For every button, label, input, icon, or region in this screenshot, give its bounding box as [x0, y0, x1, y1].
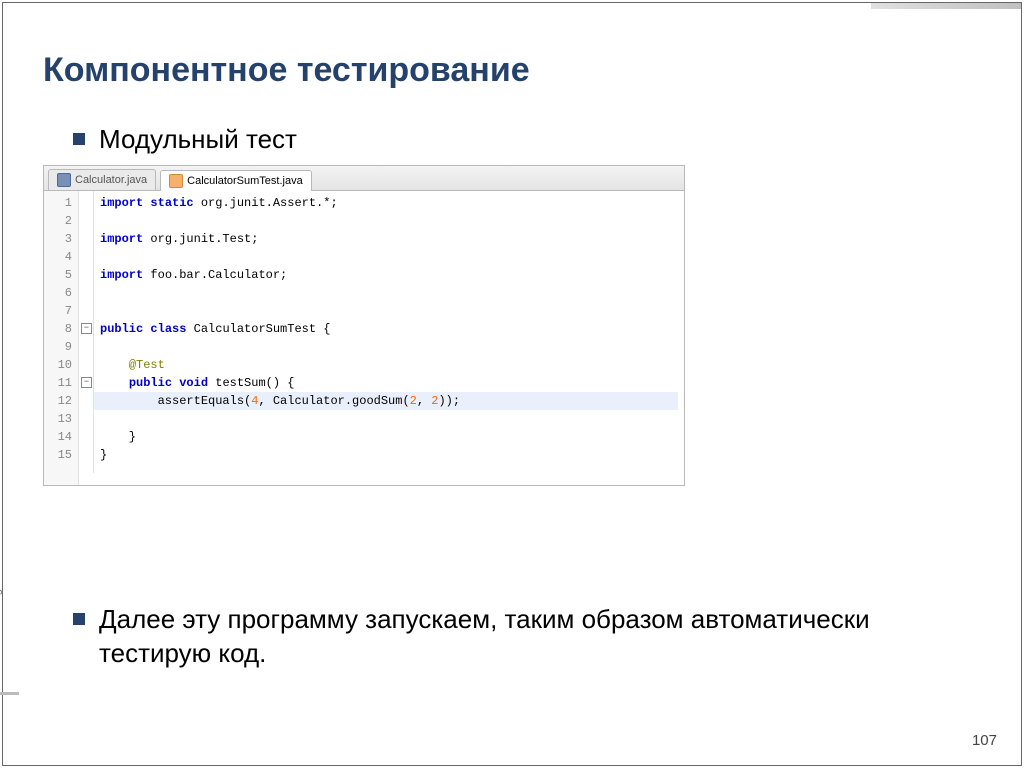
code-line: } — [100, 430, 136, 444]
code-line: @Test — [100, 358, 165, 372]
code-line: public class CalculatorSumTest { — [100, 322, 330, 336]
line-number: 12 — [48, 392, 72, 410]
editor-tab[interactable]: Calculator.java — [48, 169, 156, 190]
line-number: 7 — [48, 302, 72, 320]
bullet-item: Модульный тест — [73, 123, 297, 157]
bullet-item: Далее эту программу запускаем, таким обр… — [73, 603, 933, 671]
code-line: assertEquals(4, Calculator.goodSum(2, 2)… — [94, 392, 678, 410]
code-line: import static org.junit.Assert.*; — [100, 196, 338, 210]
code-line: import foo.bar.Calculator; — [100, 268, 287, 282]
line-number: 3 — [48, 230, 72, 248]
line-number: 5 — [48, 266, 72, 284]
bullet-list-top: Модульный тест — [73, 123, 297, 163]
fold-toggle-icon[interactable]: − — [81, 377, 92, 388]
code-editor: Calculator.java CalculatorSumTest.java 12… — [43, 165, 685, 486]
code-line: import org.junit.Test; — [100, 232, 258, 246]
line-number: 1 — [48, 194, 72, 212]
decorative-bar — [0, 692, 19, 695]
java-file-icon — [57, 173, 71, 187]
line-number: 2 — [48, 212, 72, 230]
code-line: public void testSum() { — [100, 376, 294, 390]
code-content: import static org.junit.Assert.*; import… — [94, 191, 684, 485]
line-number: 14 — [48, 428, 72, 446]
java-file-icon — [169, 174, 183, 188]
line-number: 15 — [48, 446, 72, 464]
slide-frame: Компонентное тестирование Модульный тест… — [2, 2, 1022, 766]
tab-label: CalculatorSumTest.java — [187, 175, 303, 187]
line-number: 8 — [48, 320, 72, 338]
fold-column: −− — [79, 191, 94, 473]
line-number-gutter: 123456789101112131415 — [44, 191, 79, 485]
line-number: 13 — [48, 410, 72, 428]
editor-tab[interactable]: CalculatorSumTest.java — [160, 170, 312, 191]
line-number: 6 — [48, 284, 72, 302]
page-number: 107 — [972, 732, 997, 749]
editor-tabs: Calculator.java CalculatorSumTest.java — [44, 166, 684, 191]
fold-toggle-icon[interactable]: − — [81, 323, 92, 334]
code-line: } — [100, 448, 107, 462]
line-number: 9 — [48, 338, 72, 356]
slide-title: Компонентное тестирование — [43, 51, 530, 90]
copyright-text: © Luxoft Training 2012 — [0, 559, 19, 695]
tab-label: Calculator.java — [75, 174, 147, 186]
line-number: 4 — [48, 248, 72, 266]
editor-body: 123456789101112131415 −− import static o… — [44, 191, 684, 485]
accent-bar — [871, 3, 1021, 9]
bullet-list-bottom: Далее эту программу запускаем, таким обр… — [73, 603, 933, 677]
line-number: 11 — [48, 374, 72, 392]
line-number: 10 — [48, 356, 72, 374]
